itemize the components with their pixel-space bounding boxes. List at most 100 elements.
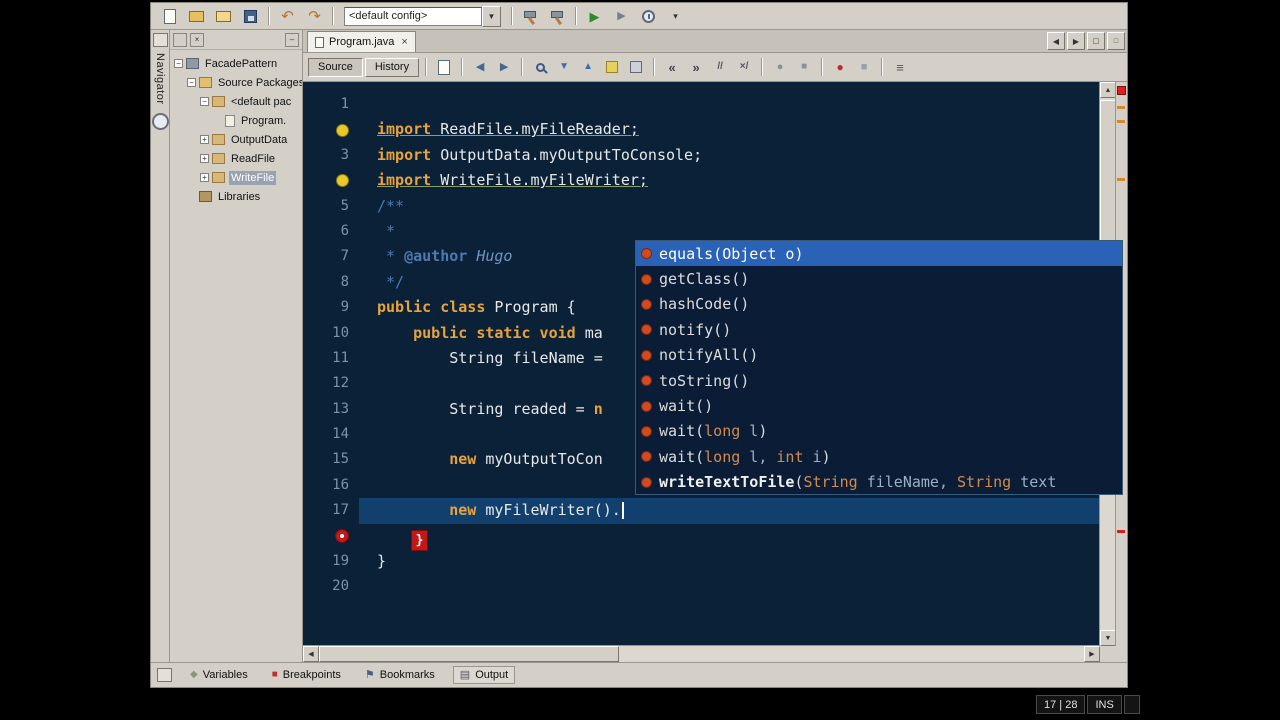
bulb-gutter-icon[interactable] [303,168,359,193]
float-button[interactable]: □ [1107,32,1125,50]
dock-window-icon[interactable] [152,33,168,47]
warning-mark[interactable] [1117,178,1125,181]
bottom-tab-variables[interactable]: ◆ Variables [184,667,254,683]
config-dropdown-value[interactable]: <default config> [344,6,482,26]
expand-icon[interactable]: + [200,154,209,163]
completion-item[interactable]: hashCode() [636,292,1122,317]
profile-more-button[interactable]: ▾ [662,4,689,28]
new-file-button[interactable] [156,4,183,28]
tree-item-libraries[interactable]: Libraries [170,187,302,206]
completion-item[interactable]: toString() [636,368,1122,393]
last-edit-button[interactable] [433,57,455,77]
stop-macro-button[interactable]: ■ [793,57,815,77]
bottom-tab-breakpoints[interactable]: ■ Breakpoints [266,667,347,683]
code-line[interactable]: 17 new myFileWriter(). [303,498,1100,524]
completion-item[interactable]: wait(long l, int i) [636,444,1122,469]
scroll-right-button[interactable]: ▶ [1067,32,1085,50]
completion-item[interactable]: writeTextToFile(String fileName, String … [636,470,1122,494]
history-view-button[interactable]: History [364,57,420,77]
close-panel-icon[interactable]: × [190,32,204,47]
open-project-button[interactable] [210,4,237,28]
completion-item[interactable]: equals(Object o) [636,241,1122,267]
error-gutter-icon[interactable] [303,524,359,549]
collapse-icon[interactable]: − [187,78,196,87]
uncomment-button[interactable]: ×/ [733,57,755,77]
tree-item-default-pac[interactable]: − <default pac [170,92,302,111]
tab-program-java[interactable]: Program.java × [307,31,416,52]
collapse-icon[interactable]: − [200,97,209,106]
dock-icon[interactable] [173,32,187,47]
find-previous-button[interactable]: ▼ [553,57,575,77]
navigator-minimized-strip[interactable]: Navigator [151,30,170,662]
build-button[interactable] [517,4,544,28]
expand-icon[interactable]: + [200,173,209,182]
select-in-button[interactable] [625,57,647,77]
debug-button[interactable]: ▶ [608,4,635,28]
code-line[interactable]: 3 import OutputData.myOutputToConsole; [303,143,1100,168]
collapse-icon[interactable]: − [174,59,183,68]
warning-mark[interactable] [1117,120,1125,123]
breakpoint-button[interactable]: ● [829,57,851,77]
code-line[interactable]: 20 [303,574,1100,599]
chevron-down-icon[interactable]: ▼ [482,5,501,27]
scroll-up-icon[interactable]: ▲ [1100,82,1116,98]
forward-button[interactable]: ▶ [493,57,515,77]
completion-item[interactable]: wait(long l) [636,419,1122,444]
run-button[interactable]: ▶ [581,4,608,28]
tree-item-label: ReadFile [231,152,276,165]
error-mark[interactable] [1117,530,1125,533]
completion-item[interactable]: wait() [636,393,1122,418]
code-line[interactable]: import ReadFile.myFileReader; [303,117,1100,142]
scroll-right-icon[interactable]: ▶ [1084,646,1100,662]
dock-window-icon[interactable] [157,668,172,682]
warning-mark[interactable] [1117,106,1125,109]
minimize-panel-icon[interactable]: – [285,32,299,47]
undo-button[interactable]: ↶ [274,4,301,28]
completion-item[interactable]: getClass() [636,266,1122,291]
redo-button[interactable]: ↷ [301,4,328,28]
scroll-left-button[interactable]: ◀ [1047,32,1065,50]
find-button[interactable] [529,57,551,77]
insert-mode-cell[interactable]: INS [1087,695,1122,714]
shift-left-button[interactable]: « [661,57,683,77]
tree-item-writefile[interactable]: + WriteFile [170,168,302,187]
expand-icon[interactable]: + [200,135,209,144]
scroll-down-icon[interactable]: ▼ [1100,630,1116,646]
highlight-button[interactable] [601,57,623,77]
completion-item[interactable]: notifyAll() [636,343,1122,368]
config-dropdown[interactable]: <default config> ▼ [344,5,501,27]
comment-button[interactable]: // [709,57,731,77]
tree-item-source-packages[interactable]: − Source Packages [170,73,302,92]
reformat-button[interactable]: ≡ [889,57,911,77]
shift-right-button[interactable]: » [685,57,707,77]
save-all-button[interactable] [237,4,264,28]
new-project-button[interactable] [183,4,210,28]
bulb-gutter-icon[interactable] [303,117,359,142]
bottom-tab-bookmarks[interactable]: ⚑ Bookmarks [359,667,441,683]
find-next-button[interactable]: ▲ [577,57,599,77]
profile-button[interactable] [635,4,662,28]
tree-item-facadepattern[interactable]: − FacadePattern [170,54,302,73]
horizontal-scroll-thumb[interactable] [319,646,619,662]
completion-item[interactable]: notify() [636,317,1122,342]
stop-cursor-button[interactable]: ■ [853,57,875,77]
back-button[interactable]: ◀ [469,57,491,77]
error-box-mark[interactable] [1117,86,1126,95]
record-macro-button[interactable]: ● [769,57,791,77]
tree-item-readfile[interactable]: + ReadFile [170,149,302,168]
tree-item-program[interactable]: Program. [170,111,302,130]
navigator-label[interactable]: Navigator [154,53,166,105]
bottom-tab-output[interactable]: ▤ Output [452,666,516,684]
code-line[interactable]: 5 /** [303,194,1100,219]
source-view-button[interactable]: Source [308,57,363,77]
line-column-cell[interactable]: 17 | 28 [1036,695,1086,714]
maximize-button[interactable]: □ [1087,32,1105,50]
scroll-left-icon[interactable]: ◀ [303,646,319,662]
tree-item-outputdata[interactable]: + OutputData [170,130,302,149]
close-tab-icon[interactable]: × [401,36,407,48]
code-line[interactable]: 1 [303,92,1100,117]
horizontal-scrollbar[interactable]: ◀ ▶ [303,645,1100,662]
clean-build-button[interactable] [544,4,571,28]
code-line[interactable]: 19} [303,549,1100,574]
code-line[interactable]: import WriteFile.myFileWriter; [303,168,1100,193]
